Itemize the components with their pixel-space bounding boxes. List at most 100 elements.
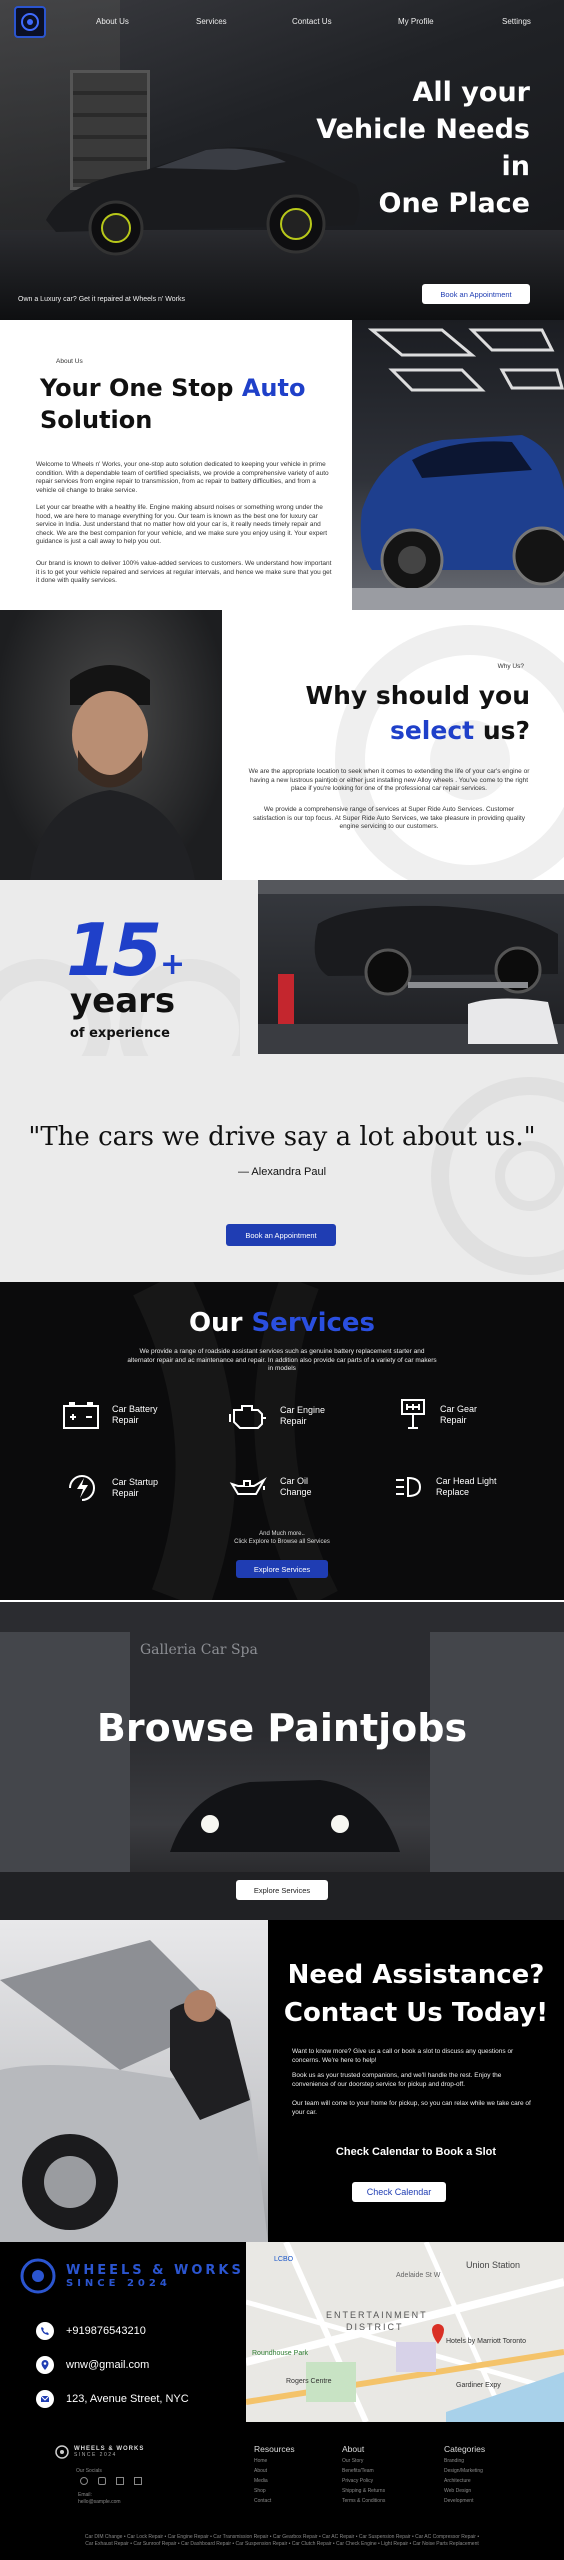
services-heading: Our Services (0, 1308, 564, 1338)
top-nav: About Us Services Contact Us My Profile … (0, 0, 564, 44)
why-section: Why Us? Why should you select us? We are… (0, 610, 564, 880)
check-calendar-button[interactable]: Check Calendar (352, 2182, 446, 2202)
footer-email-value[interactable]: hello@sample.com (78, 2499, 121, 2505)
book-appointment-button[interactable]: Book an Appointment (422, 284, 530, 304)
mail-icon (36, 2390, 54, 2408)
why-paragraph: We provide a comprehensive range of serv… (252, 806, 526, 831)
hero-section: About Us Services Contact Us My Profile … (0, 0, 564, 320)
footer-link[interactable]: Web Design (444, 2488, 471, 2494)
about-heading: Your One Stop Auto Solution (40, 372, 305, 436)
battery-icon (63, 1402, 99, 1429)
footer-link[interactable]: Development (444, 2498, 473, 2504)
hero-heading-line: in (501, 151, 530, 182)
service-car-battery[interactable]: Car Battery Repair (62, 1400, 158, 1430)
quote-text: "The cars we drive say a lot about us." (28, 1122, 536, 1152)
footer-link[interactable]: Shipping & Returns (342, 2488, 385, 2494)
nav-settings[interactable]: Settings (502, 17, 531, 26)
nav-services[interactable]: Services (196, 17, 227, 26)
nav-about-us[interactable]: About Us (96, 17, 129, 26)
footer-link[interactable]: Design/Marketing (444, 2468, 483, 2474)
service-car-startup[interactable]: Car Startup Repair (64, 1470, 158, 1506)
footer-link[interactable]: Terms & Conditions (342, 2498, 385, 2504)
footer-col-title: Categories (444, 2444, 486, 2454)
footer-link[interactable]: Branding (444, 2458, 464, 2464)
footer-link[interactable]: Shop (254, 2488, 266, 2494)
paintjobs-heading: Browse Paintjobs (96, 1706, 468, 1750)
contact-section: Need Assistance? Contact Us Today! Want … (0, 1920, 564, 2242)
map-label: Union Station (466, 2260, 521, 2270)
map-label: LCBO (274, 2256, 294, 2263)
years-number-block: 15 + (66, 910, 196, 990)
service-car-gear[interactable]: Car Gear Repair (398, 1398, 477, 1432)
footer-link[interactable]: Architecture (444, 2478, 471, 2484)
nav-contact-us[interactable]: Contact Us (292, 17, 332, 26)
footer-link[interactable]: About (254, 2468, 267, 2474)
contact-heading: Need Assistance? Contact Us Today! (268, 1956, 564, 2032)
youtube-icon[interactable] (98, 2477, 106, 2485)
why-heading: Why should you select us? (306, 678, 530, 748)
map-label: Hotels by Marriott Toronto (446, 2338, 527, 2345)
book-appointment-button[interactable]: Book an Appointment (226, 1224, 336, 1246)
footer-col-title: About (342, 2444, 365, 2454)
calendar-heading: Check Calendar to Book a Slot (335, 2146, 497, 2158)
contact-info-section: WHEELS & WORKS SINCE 2024 +919876543210 … (0, 2242, 564, 2422)
hero-tagline: Own a Luxury car? Get it repaired at Whe… (18, 296, 185, 303)
wheel-logo-icon (20, 2258, 56, 2294)
social-links (80, 2477, 142, 2485)
footer-brand-since: SINCE 2024 (74, 2452, 117, 2458)
map-label: Gardiner Expy (456, 2382, 501, 2389)
service-car-headlight[interactable]: Car Head Light Replace (394, 1472, 497, 1502)
experience-section: 15 + years of experience (0, 880, 564, 1056)
map-label: Adelaide St W (396, 2272, 441, 2279)
service-car-engine[interactable]: Car Engine Repair (228, 1400, 325, 1432)
contact-heading-line: Contact Us Today! (283, 1998, 549, 2028)
why-eyebrow: Why Us? (497, 663, 524, 670)
site-footer: WHEELS & WORKS SINCE 2024 Our Socials Em… (0, 2422, 564, 2560)
quote-section: "The cars we drive say a lot about us." … (0, 1056, 564, 1282)
hero-heading: All your Vehicle Needs in One Place (316, 74, 530, 222)
footer-link[interactable]: Contact (254, 2498, 271, 2504)
about-heading-accent: Auto (241, 374, 306, 402)
showroom-car-image (352, 320, 564, 610)
service-label: Car Oil Change (280, 1476, 312, 1497)
footer-link[interactable]: Home (254, 2458, 267, 2464)
footer-link[interactable]: Benefits/Team (342, 2468, 374, 2474)
paint-booth-image (0, 1602, 564, 1920)
brand-name: WHEELS & WORKS (66, 2263, 244, 2278)
explore-services-button[interactable]: Explore Services (236, 1560, 328, 1578)
mechanic-portrait-image (0, 610, 222, 880)
explore-paintjobs-button[interactable]: Explore Services (236, 1880, 328, 1900)
services-section: Our Services We provide a range of roads… (0, 1282, 564, 1600)
footer-link[interactable]: Media (254, 2478, 268, 2484)
nav-my-profile[interactable]: My Profile (398, 17, 434, 26)
follow-label: Our Socials (76, 2468, 102, 2474)
contact-phone[interactable]: +919876543210 (36, 2322, 146, 2340)
gear-shift-icon (401, 1399, 425, 1429)
map-label: ENTERTAINMENT (326, 2310, 428, 2320)
why-heading-part: Why should you (305, 681, 530, 710)
brand-logo[interactable] (14, 6, 46, 38)
footer-link[interactable]: Privacy Policy (342, 2478, 373, 2484)
footer-link[interactable]: Our Story (342, 2458, 363, 2464)
years-word: years (70, 981, 176, 1021)
service-car-oil[interactable]: Car Oil Change (228, 1472, 312, 1502)
service-label: Car Startup Repair (112, 1477, 159, 1498)
phone-number: +919876543210 (66, 2325, 146, 2337)
car-lift-image (258, 880, 564, 1054)
service-label: Car Battery Repair (112, 1404, 158, 1425)
years-plus: + (160, 947, 186, 982)
why-heading-part: us? (474, 716, 530, 745)
footer-services-list: Car DIM Change • Car Lock Repair • Car E… (0, 2534, 564, 2548)
contact-address[interactable]: 123, Avenue Street, NYC (36, 2390, 189, 2408)
facebook-icon[interactable] (116, 2477, 124, 2485)
hero-heading-line: All your (412, 77, 531, 108)
instagram-icon[interactable] (80, 2477, 88, 2485)
location-map[interactable]: LCBO Union Station ENTERTAINMENT DISTRIC… (246, 2242, 564, 2422)
email-address: wnw@gmail.com (66, 2359, 150, 2371)
linkedin-icon[interactable] (134, 2477, 142, 2485)
map-label: Roundhouse Park (252, 2350, 309, 2357)
services-heading-accent: Services (251, 1308, 376, 1338)
about-eyebrow: About Us (56, 358, 83, 365)
service-label: Car Gear Repair (440, 1404, 478, 1425)
contact-email[interactable]: wnw@gmail.com (36, 2356, 149, 2374)
